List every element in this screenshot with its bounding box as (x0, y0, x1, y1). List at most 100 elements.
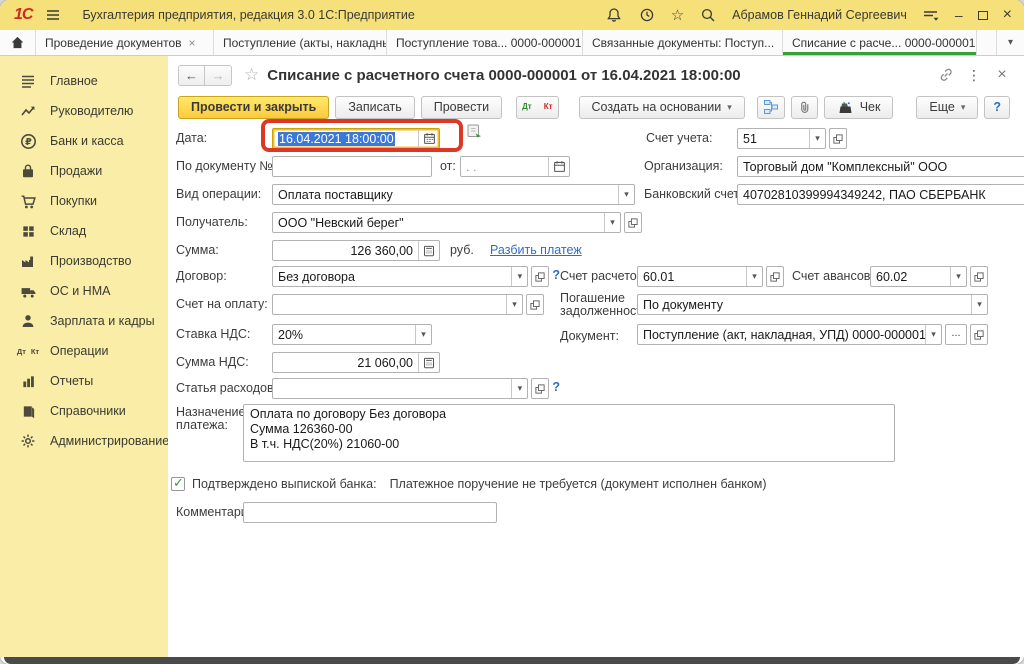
tab-bank-write-off[interactable]: Списание с расче... 0000-000001 × (783, 30, 977, 55)
open-icon[interactable] (970, 266, 988, 287)
open-icon[interactable] (829, 128, 847, 149)
contract-field[interactable]: Без договора ▾ (272, 266, 528, 287)
operation-kind-field[interactable]: Оплата поставщику ▾ (272, 184, 635, 205)
bank-confirmed-label: Подтверждено выпиской банка: (192, 477, 377, 491)
show-postings-button[interactable]: ДтКт (516, 96, 558, 119)
tab-document-posting[interactable]: Проведение документов × (36, 30, 214, 55)
calendar-icon[interactable] (548, 157, 569, 176)
dropdown-icon[interactable]: ▾ (618, 185, 634, 204)
post-button[interactable]: Провести (421, 96, 502, 119)
open-icon[interactable] (531, 378, 549, 399)
sidebar-item-sales[interactable]: Продажи (0, 156, 168, 186)
sidebar-item-salary-hr[interactable]: Зарплата и кадры (0, 306, 168, 336)
get-link-icon[interactable] (936, 65, 956, 85)
dropdown-icon[interactable]: ▾ (415, 325, 431, 344)
date-input[interactable]: 16.04.2021 18:00:00 (272, 128, 440, 149)
expense-item-field[interactable]: ▾ (272, 378, 528, 399)
help-icon[interactable]: ? (552, 380, 560, 394)
dropdown-icon[interactable]: ▾ (925, 325, 941, 344)
sidebar-item-directories[interactable]: Справочники (0, 396, 168, 426)
vat-amount-field[interactable]: 21 060,00 (272, 352, 440, 373)
sidebar-item-operations[interactable]: ДтКт Операции (0, 336, 168, 366)
tab-list-dropdown-icon[interactable]: ▾ (996, 30, 1024, 55)
tab-close-icon[interactable]: × (189, 36, 196, 50)
bank-account-field[interactable]: 40702810399994349242, ПАО СБЕРБАНК ▾ (737, 184, 1024, 205)
help-icon[interactable]: ? (552, 268, 560, 282)
calendar-icon[interactable] (418, 129, 439, 148)
dropdown-icon[interactable]: ▾ (506, 295, 522, 314)
forward-arrow-button[interactable]: → (205, 65, 232, 86)
open-icon[interactable] (766, 266, 784, 287)
save-button[interactable]: Записать (335, 96, 414, 119)
window-minimize-button[interactable]: – (955, 10, 963, 20)
calculator-icon[interactable] (418, 353, 439, 372)
post-and-close-button[interactable]: Провести и закрыть (178, 96, 329, 119)
sidebar-item-administration[interactable]: Администрирование (0, 426, 168, 456)
main-menu-icon[interactable] (44, 6, 62, 24)
payee-field[interactable]: ООО "Невский берег" ▾ (272, 212, 621, 233)
more-menu-icon[interactable]: ⋮ (964, 65, 984, 85)
amount-field[interactable]: 126 360,00 (272, 240, 440, 261)
favorite-star-icon[interactable]: ☆ (244, 65, 259, 85)
open-icon[interactable] (531, 266, 549, 287)
comment-input[interactable] (243, 502, 497, 523)
sidebar-item-reports[interactable]: Отчеты (0, 366, 168, 396)
home-tab[interactable] (0, 30, 36, 55)
attachments-button[interactable] (791, 96, 818, 119)
dropdown-icon[interactable]: ▾ (511, 267, 527, 286)
notifications-bell-icon[interactable] (605, 6, 623, 24)
dropdown-icon[interactable]: ▾ (971, 295, 987, 314)
dropdown-icon[interactable]: ▾ (809, 129, 825, 148)
contract-row: Без договора ▾ ? (272, 266, 560, 287)
sidebar-item-warehouse[interactable]: Склад (0, 216, 168, 246)
tab-receipts-list[interactable]: Поступление (акты, накладные... × (214, 30, 387, 55)
dropdown-icon[interactable]: ▾ (746, 267, 762, 286)
dropdown-icon[interactable]: ▾ (511, 379, 527, 398)
help-button[interactable]: ? (984, 96, 1010, 119)
dropdown-icon[interactable]: ▾ (604, 213, 620, 232)
window-close-button[interactable]: × (1003, 9, 1012, 21)
window-maximize-button[interactable] (978, 11, 988, 20)
advance-account-field[interactable]: 60.02 ▾ (870, 266, 967, 287)
sidebar-item-bank-cash[interactable]: ₽ Банк и касса (0, 126, 168, 156)
document-structure-button[interactable] (757, 96, 785, 119)
organization-field[interactable]: Торговый дом "Комплексный" ООО ▾ (737, 156, 1024, 177)
payment-invoice-field[interactable]: ▾ (272, 294, 523, 315)
debt-repayment-field[interactable]: По документу ▾ (637, 294, 988, 315)
date-value: 16.04.2021 18:00:00 (273, 132, 418, 146)
favorites-star-icon[interactable]: ☆ (671, 6, 684, 24)
bank-confirmed-checkbox[interactable] (171, 477, 185, 491)
sidebar-item-production[interactable]: Производство (0, 246, 168, 276)
sidebar-item-label: Администрирование (50, 434, 169, 448)
sidebar-item-manager[interactable]: Руководителю (0, 96, 168, 126)
by-document-number-input[interactable] (272, 156, 432, 177)
receipt-button[interactable]: Чек (824, 96, 894, 119)
tab-goods-receipt[interactable]: Поступление това... 0000-000001 × (387, 30, 583, 55)
settlement-account-field[interactable]: 60.01 ▾ (637, 266, 763, 287)
form-close-icon[interactable]: × (992, 65, 1012, 85)
choose-document-button[interactable]: ... (945, 324, 967, 345)
base-document-field[interactable]: Поступление (акт, накладная, УПД) 0000-0… (637, 324, 942, 345)
tab-related-documents[interactable]: Связанные документы: Поступ... × (583, 30, 783, 55)
back-arrow-button[interactable]: ← (178, 65, 205, 86)
vat-rate-field[interactable]: 20% ▾ (272, 324, 432, 345)
search-icon[interactable] (699, 6, 717, 24)
current-user[interactable]: Абрамов Геннадий Сергеевич (732, 8, 907, 22)
open-icon[interactable] (624, 212, 642, 233)
split-payment-link[interactable]: Разбить платеж (490, 243, 582, 257)
open-icon[interactable] (970, 324, 988, 345)
payment-purpose-textarea[interactable]: Оплата по договору Без договора Сумма 12… (243, 404, 895, 462)
create-based-on-button[interactable]: Создать на основании▾ (579, 96, 745, 119)
account-field[interactable]: 51 ▾ (737, 128, 826, 149)
service-menu-icon[interactable] (922, 6, 940, 24)
more-button[interactable]: Еще▾ (916, 96, 978, 119)
sidebar-item-purchases[interactable]: Покупки (0, 186, 168, 216)
sidebar-item-fixed-assets[interactable]: ОС и НМА (0, 276, 168, 306)
receipt-label: Чек (860, 100, 881, 114)
history-icon[interactable] (638, 6, 656, 24)
dropdown-icon[interactable]: ▾ (950, 267, 966, 286)
calculator-icon[interactable] (418, 241, 439, 260)
by-document-date-input[interactable]: . . (460, 156, 570, 177)
open-icon[interactable] (526, 294, 544, 315)
sidebar-item-main[interactable]: Главное (0, 66, 168, 96)
